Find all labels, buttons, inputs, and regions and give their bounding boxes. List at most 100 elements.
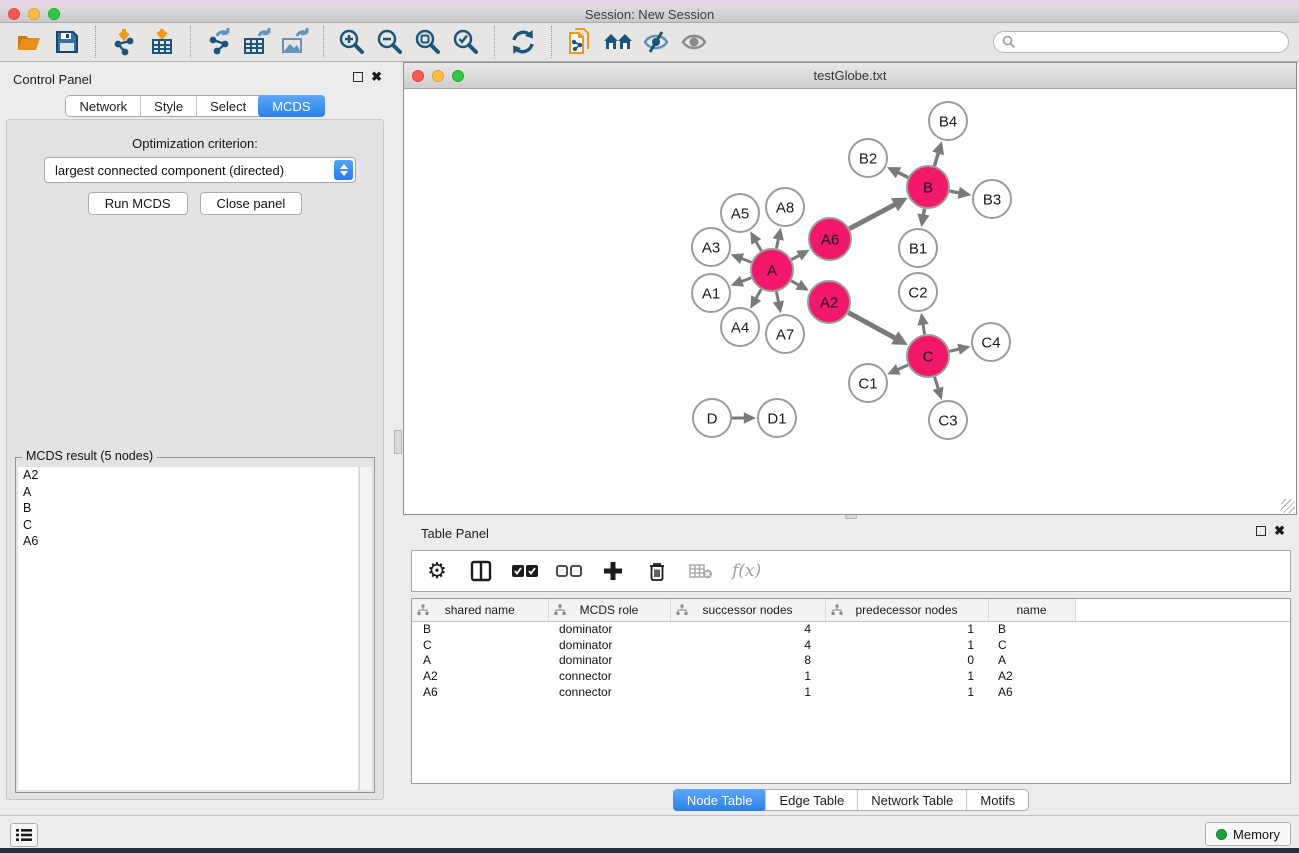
graph-edge[interactable]: [741, 278, 751, 282]
graph-edge[interactable]: [950, 191, 960, 193]
graph-edge[interactable]: [849, 204, 895, 228]
graph-node-label: C4: [981, 334, 1000, 351]
network-graph[interactable]: AA1A2A3A4A5A6A7A8BB1B2B3B4CC1C2C3C4DD1: [404, 89, 1296, 514]
zoom-selected-button[interactable]: [451, 27, 481, 57]
export-network-button[interactable]: [204, 27, 234, 57]
table-row[interactable]: Cdominator41C: [412, 637, 1290, 653]
graph-node-label: A4: [731, 319, 749, 336]
graph-edge[interactable]: [935, 377, 939, 389]
deselect-all-button[interactable]: [556, 558, 582, 584]
copy-network-button[interactable]: [565, 27, 595, 57]
zoom-fit-button[interactable]: [413, 27, 443, 57]
import-network-button[interactable]: [109, 27, 139, 57]
graph-edge[interactable]: [934, 152, 938, 165]
graph-edge-arrowhead: [958, 187, 972, 199]
tab-network[interactable]: Network: [66, 96, 140, 116]
graph-edge[interactable]: [756, 289, 761, 299]
graph-edge[interactable]: [848, 313, 895, 339]
close-table-panel-icon[interactable]: ✖: [1274, 526, 1285, 536]
columns-icon: [470, 560, 492, 582]
memory-status-icon: [1216, 829, 1227, 840]
table-settings-button[interactable]: ⚙: [424, 558, 450, 584]
dropdown-stepper-icon: [334, 160, 353, 180]
memory-button[interactable]: Memory: [1205, 822, 1291, 846]
export-table-icon: [243, 28, 271, 56]
home-layout-button[interactable]: [603, 27, 633, 57]
vertical-splitter-handle[interactable]: [394, 430, 402, 454]
graph-edge[interactable]: [776, 292, 778, 303]
close-panel-icon[interactable]: ✖: [371, 72, 382, 82]
network-view-window: testGlobe.txt AA1A2A3A4A5A6A7A8BB1B2B3B4…: [403, 62, 1297, 515]
graph-edge[interactable]: [741, 258, 751, 262]
control-panel-tabs: Network Style Select MCDS: [0, 95, 390, 117]
save-session-button[interactable]: [52, 27, 82, 57]
network-window-titlebar[interactable]: testGlobe.txt: [404, 63, 1296, 89]
control-panel-title: Control Panel: [13, 72, 92, 87]
table-toolbar: ⚙ f(x): [411, 550, 1291, 592]
tab-node-table[interactable]: Node Table: [673, 789, 767, 811]
graph-edge[interactable]: [776, 239, 778, 249]
tab-style[interactable]: Style: [140, 96, 196, 116]
zoom-in-button[interactable]: [337, 27, 367, 57]
table-row[interactable]: A2connector11A2: [412, 668, 1290, 684]
tab-edge-table[interactable]: Edge Table: [765, 790, 857, 810]
table-row[interactable]: Bdominator41B: [412, 621, 1290, 637]
column-header-name[interactable]: name: [988, 599, 1075, 621]
function-builder-button[interactable]: f(x): [732, 561, 761, 581]
close-panel-button[interactable]: Close panel: [200, 192, 303, 215]
graph-node-label: B1: [909, 240, 927, 257]
network-canvas[interactable]: AA1A2A3A4A5A6A7A8BB1B2B3B4CC1C2C3C4DD1: [404, 89, 1296, 514]
float-panel-icon[interactable]: [353, 72, 363, 82]
show-eye-button[interactable]: [679, 27, 709, 57]
column-header-successor-nodes[interactable]: successor nodes: [670, 599, 825, 621]
column-header-predecessor-nodes[interactable]: predecessor nodes: [825, 599, 988, 621]
graph-node-label: A3: [702, 239, 720, 256]
graph-edge[interactable]: [897, 365, 908, 370]
search-input[interactable]: [1021, 35, 1280, 49]
task-history-button[interactable]: [10, 823, 38, 847]
float-table-panel-icon[interactable]: [1256, 526, 1266, 536]
list-icon: [16, 828, 32, 842]
mcds-result-item[interactable]: A2: [18, 467, 358, 484]
tab-network-table[interactable]: Network Table: [857, 790, 966, 810]
mcds-tab-panel: Optimization criterion: largest connecte…: [6, 119, 384, 800]
column-header-shared-name[interactable]: shared name: [412, 599, 548, 621]
mcds-result-item[interactable]: A6: [18, 533, 358, 550]
import-table-button[interactable]: [147, 27, 177, 57]
show-columns-button[interactable]: [468, 558, 494, 584]
tab-select[interactable]: Select: [196, 96, 259, 116]
result-scrollbar[interactable]: [359, 467, 372, 790]
graph-edge[interactable]: [949, 349, 959, 351]
graph-edge[interactable]: [898, 172, 909, 177]
tab-mcds[interactable]: MCDS: [258, 95, 324, 117]
search-box[interactable]: [993, 31, 1289, 53]
column-tree-icon: [417, 604, 429, 619]
add-row-button[interactable]: [600, 558, 626, 584]
mcds-result-item[interactable]: A: [18, 484, 358, 501]
hide-eye-button[interactable]: [641, 27, 671, 57]
select-all-button[interactable]: [512, 558, 538, 584]
refresh-view-button[interactable]: [508, 27, 538, 57]
graph-edge[interactable]: [791, 255, 799, 260]
graph-edge[interactable]: [923, 324, 925, 334]
resize-grip-icon[interactable]: [1281, 499, 1295, 513]
criterion-dropdown[interactable]: largest connected component (directed): [44, 157, 356, 183]
graph-edge[interactable]: [756, 241, 761, 251]
mcds-result-item[interactable]: B: [18, 500, 358, 517]
table-row[interactable]: A6connector11A6: [412, 684, 1290, 700]
column-header-mcds-role[interactable]: MCDS role: [548, 599, 670, 621]
mcds-result-item[interactable]: C: [18, 517, 358, 534]
column-header-filler: [1075, 599, 1290, 621]
table-row[interactable]: Adominator80A: [412, 652, 1290, 668]
delete-row-button[interactable]: [644, 558, 670, 584]
zoom-out-button[interactable]: [375, 27, 405, 57]
delete-table-button[interactable]: [688, 558, 714, 584]
graph-edge[interactable]: [791, 281, 799, 285]
graph-edge[interactable]: [923, 209, 924, 216]
run-mcds-button[interactable]: Run MCDS: [88, 192, 188, 215]
tab-motifs[interactable]: Motifs: [966, 790, 1028, 810]
export-table-button[interactable]: [242, 27, 272, 57]
open-session-button[interactable]: [14, 27, 44, 57]
toolbar-separator: [551, 26, 552, 58]
export-image-button[interactable]: [280, 27, 310, 57]
